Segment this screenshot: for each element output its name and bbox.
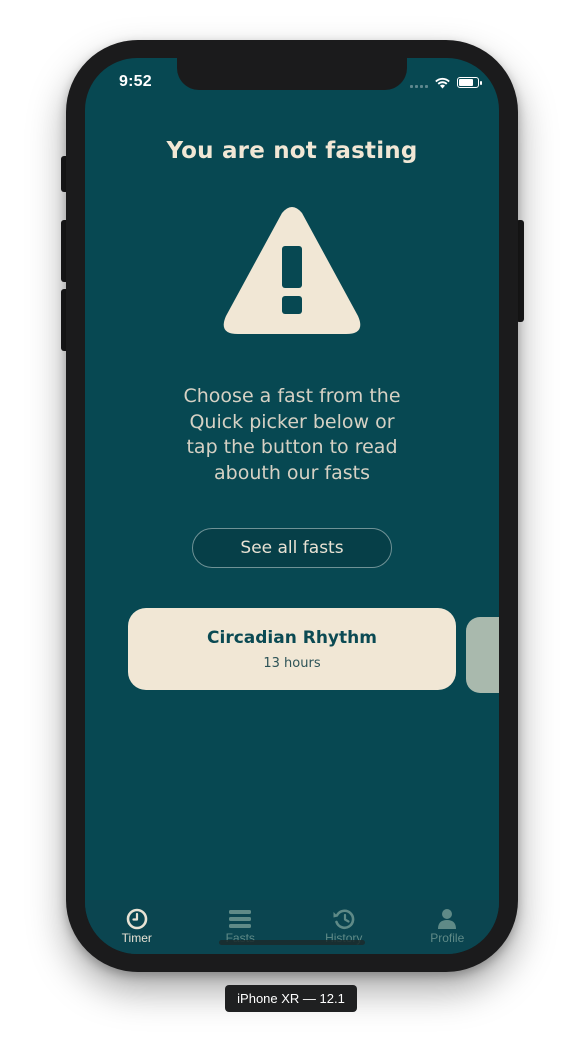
tab-timer-label: Timer xyxy=(121,931,152,945)
notch xyxy=(177,58,407,90)
fast-name: Circadian Rhythm xyxy=(207,627,377,648)
instruction-message: Choose a fast from the Quick picker belo… xyxy=(183,385,401,484)
clock-icon xyxy=(126,908,148,930)
device-label: iPhone XR — 12.1 xyxy=(225,985,357,1012)
fast-duration: 13 hours xyxy=(263,655,321,671)
list-icon xyxy=(229,910,252,928)
history-icon xyxy=(333,909,355,930)
tab-fasts[interactable]: Fasts xyxy=(189,900,293,954)
person-icon xyxy=(438,909,457,929)
battery-icon xyxy=(457,76,482,88)
tab-profile[interactable]: Profile xyxy=(396,900,500,954)
fast-picker-card[interactable]: Circadian Rhythm 13 hours xyxy=(128,608,456,690)
app-screen: 9:52 You are not fasting Choose a fast f… xyxy=(85,58,499,954)
fast-picker-next-card[interactable] xyxy=(466,617,499,693)
simulator-stage: 9:52 You are not fasting Choose a fast f… xyxy=(0,0,584,1048)
see-all-fasts-button[interactable]: See all fasts xyxy=(192,528,392,568)
home-indicator[interactable] xyxy=(219,940,365,945)
warning-triangle-icon xyxy=(223,207,361,334)
page-title: You are not fasting xyxy=(166,138,418,164)
battery-fill xyxy=(459,78,473,86)
tab-timer[interactable]: Timer xyxy=(85,900,189,954)
signal-icon xyxy=(410,76,428,88)
status-time: 9:52 xyxy=(119,73,152,90)
tab-profile-label: Profile xyxy=(430,931,465,945)
status-icons xyxy=(410,75,482,89)
wifi-icon xyxy=(435,77,450,88)
tab-bar: Timer Fasts History Profile xyxy=(85,900,499,954)
tab-history[interactable]: History xyxy=(292,900,396,954)
